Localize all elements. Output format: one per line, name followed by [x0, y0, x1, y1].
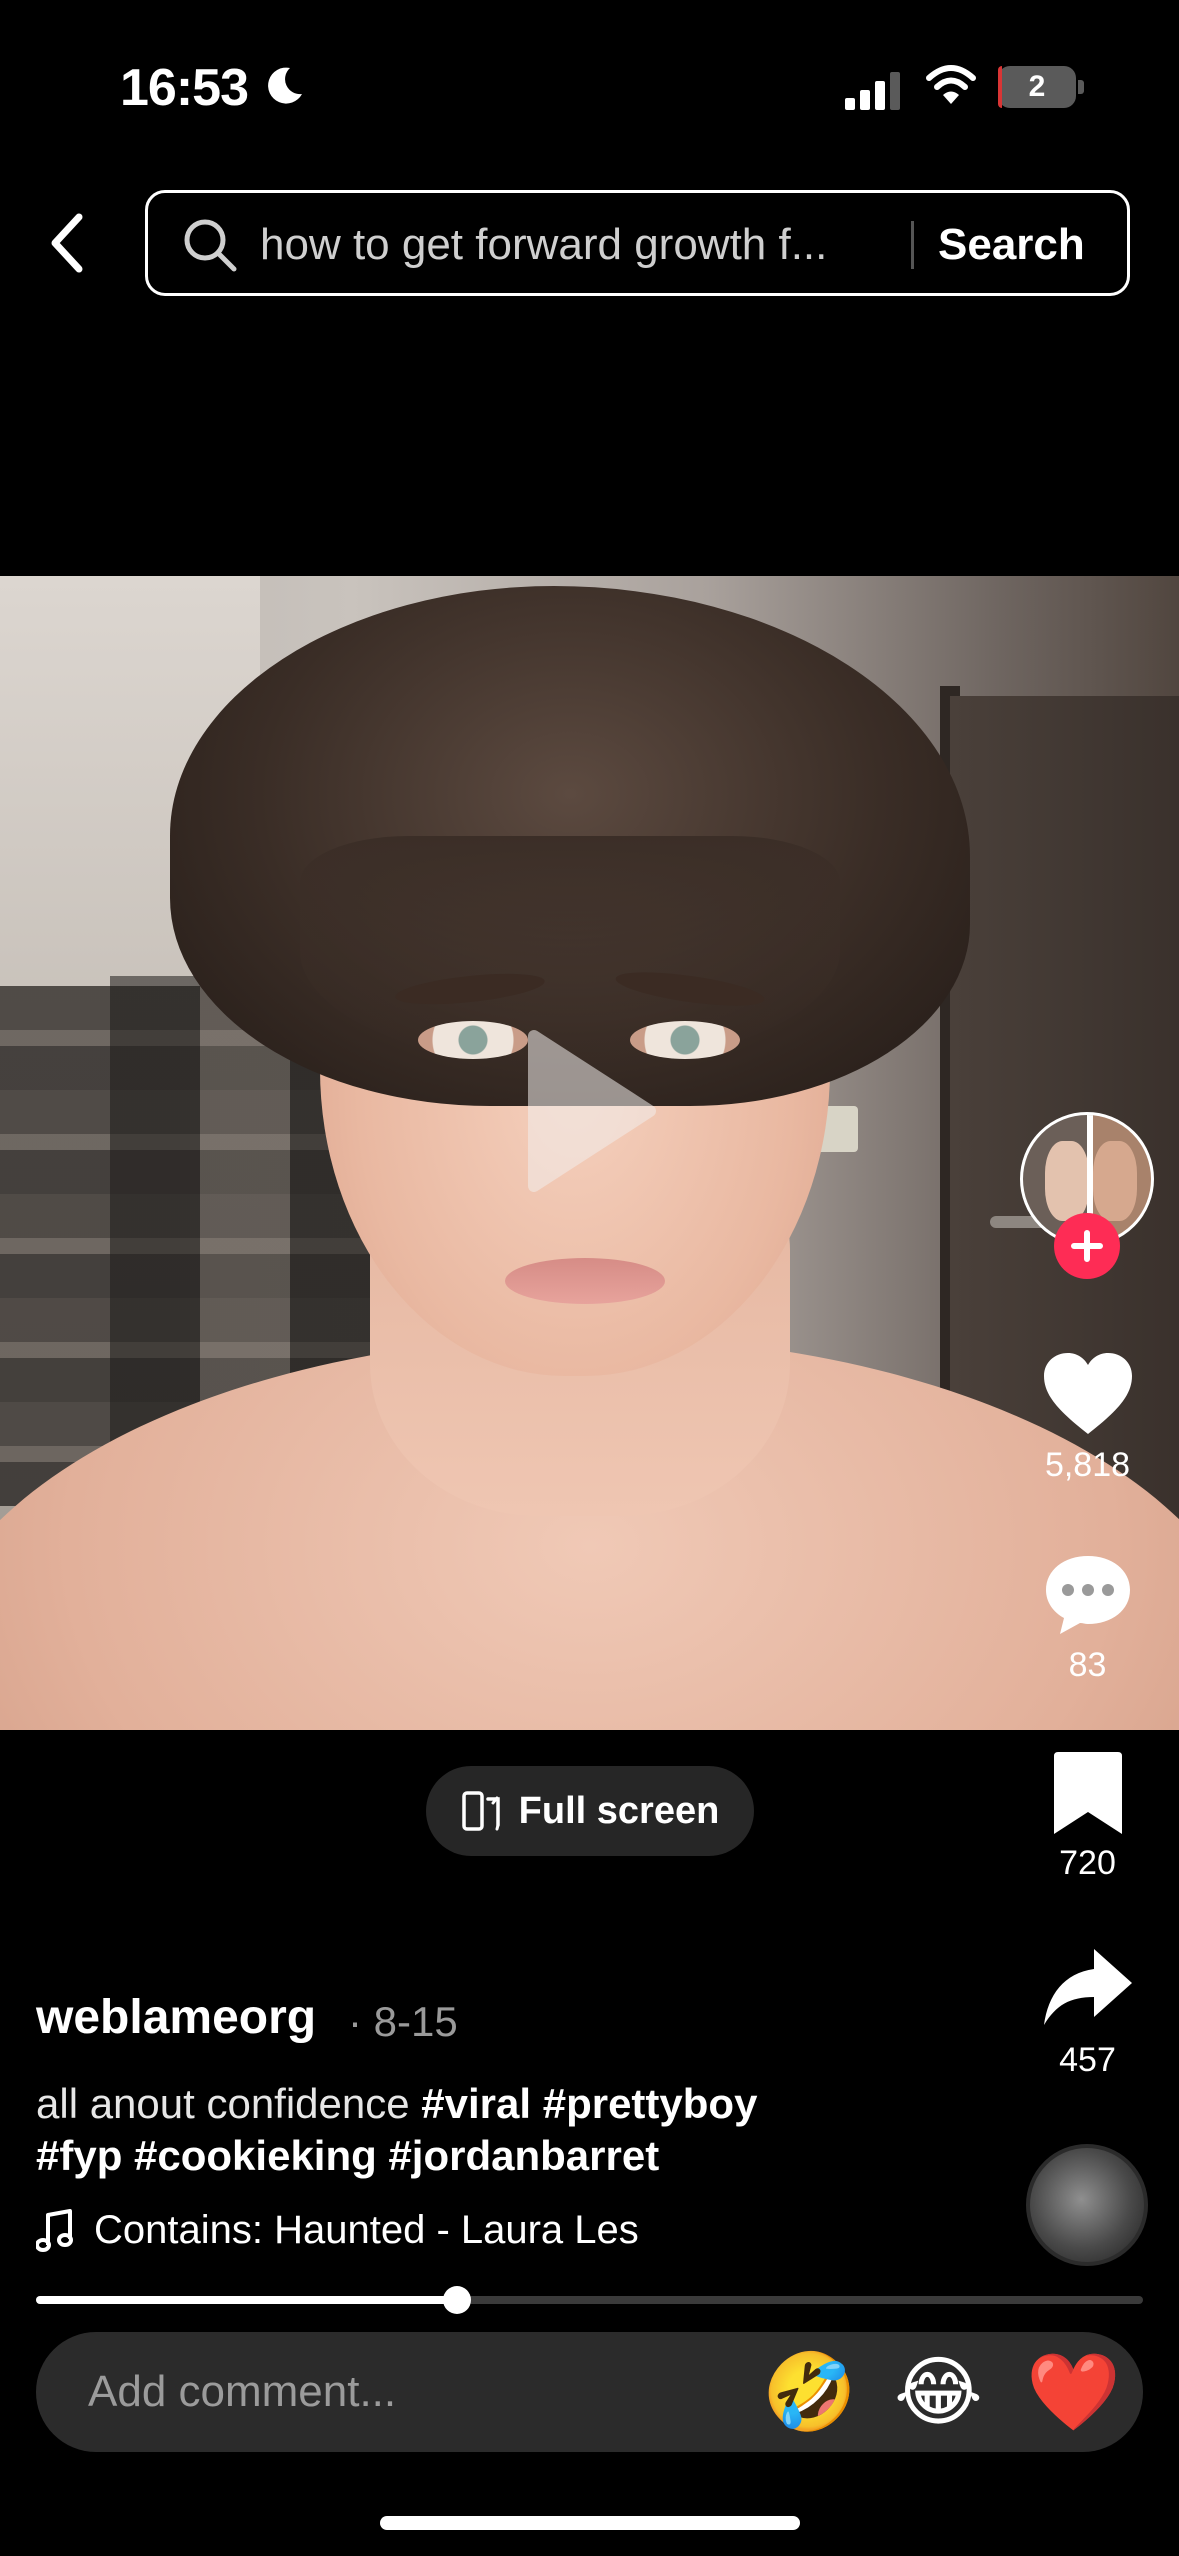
caption-hashtags-line2[interactable]: #fyp #cookieking #jordanbarret [36, 2132, 659, 2179]
plus-icon [1071, 1230, 1103, 1262]
rotate-phone-icon [461, 1791, 500, 1831]
play-icon[interactable] [520, 1026, 660, 1196]
video-progress-thumb[interactable] [442, 2286, 471, 2314]
save-count: 720 [1059, 1844, 1116, 1882]
video-player[interactable] [0, 576, 1179, 1730]
search-divider [911, 221, 914, 269]
wifi-icon [926, 65, 976, 104]
author-username[interactable]: weblameorg [36, 1990, 316, 2045]
moon-icon [268, 67, 302, 104]
follow-button[interactable] [1054, 1213, 1120, 1279]
comment-button[interactable]: 83 [1030, 1550, 1145, 1685]
save-button[interactable]: 720 [1030, 1748, 1145, 1883]
video-person-eye-left [418, 1021, 528, 1059]
status-time: 16:53 [120, 59, 249, 117]
home-indicator[interactable] [380, 2516, 800, 2530]
avatar-image-left [1045, 1141, 1089, 1221]
share-button[interactable]: 457 [1030, 1945, 1145, 2080]
video-caption: all anout confidence #viral #prettyboy #… [36, 2078, 996, 2182]
search-button[interactable]: Search [938, 215, 1085, 275]
chevron-left-icon [51, 213, 83, 273]
back-button[interactable] [40, 208, 94, 278]
battery-level: 2 [1028, 70, 1046, 103]
like-button[interactable]: 5,818 [1030, 1350, 1145, 1485]
search-bar[interactable]: how to get forward growth f... Search [145, 190, 1130, 296]
full-screen-button[interactable]: Full screen [426, 1766, 754, 1856]
comment-bar[interactable]: Add comment... 🤣 😂 ❤️ [36, 2332, 1143, 2452]
share-count: 457 [1059, 2041, 1116, 2079]
video-person-lips [505, 1258, 665, 1304]
battery-indicator: 2 [998, 66, 1076, 108]
sound-disc[interactable] [1026, 2144, 1148, 2266]
like-count: 5,818 [1044, 1446, 1131, 1484]
search-icon [184, 219, 237, 272]
video-progress-bar[interactable] [36, 2286, 1143, 2314]
comment-input[interactable]: Add comment... [88, 2362, 396, 2422]
emoji-rofl-button[interactable]: 🤣 [762, 2350, 857, 2434]
music-title: Contains: Haunted - Laura Les [94, 2208, 639, 2252]
comment-bubble-icon [1045, 1556, 1130, 1634]
heart-icon [1043, 1353, 1132, 1434]
search-input[interactable]: how to get forward growth f... [260, 217, 1040, 273]
cellular-signal-icon [845, 72, 900, 110]
full-screen-label: Full screen [518, 1789, 720, 1832]
post-date: · 8-15 [348, 1998, 458, 2045]
battery-cap [1078, 80, 1084, 94]
avatar-image-right [1093, 1141, 1137, 1221]
music-row[interactable]: Contains: Haunted - Laura Les [36, 2208, 639, 2253]
emoji-joy-button[interactable]: 😂 [894, 2350, 983, 2434]
caption-hashtags-line1[interactable]: #viral #prettyboy [421, 2080, 757, 2127]
music-note-icon [36, 2208, 73, 2252]
caption-text: all anout confidence [36, 2080, 422, 2127]
tiktok-video-screen: 16:53 2 how to get forward growth f... S… [0, 0, 1179, 2556]
comment-count: 83 [1068, 1646, 1107, 1684]
bookmark-icon [1053, 1752, 1122, 1834]
share-arrow-icon [1043, 1949, 1132, 2025]
emoji-heart-button[interactable]: ❤️ [1026, 2350, 1121, 2434]
video-progress-fill [36, 2296, 457, 2304]
